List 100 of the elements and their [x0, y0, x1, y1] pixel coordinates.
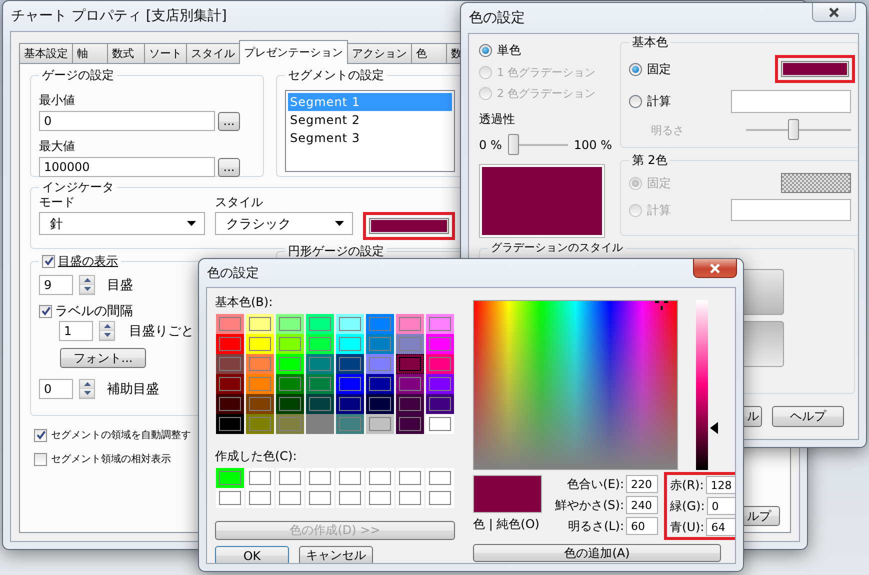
color-swatch[interactable] [366, 414, 394, 434]
style-dropdown[interactable]: クラシック [215, 212, 353, 235]
color-swatch[interactable] [366, 334, 394, 354]
cancel-button[interactable]: キャンセル [299, 546, 373, 563]
mode-dropdown[interactable]: 針 [39, 212, 205, 235]
tab[interactable]: ソート [144, 43, 187, 63]
close-button[interactable] [693, 259, 737, 278]
color-swatch[interactable] [336, 468, 364, 488]
number-field[interactable]: 9 [39, 275, 73, 295]
color-swatch[interactable] [369, 218, 449, 234]
checkered-swatch[interactable] [780, 173, 851, 193]
list-item[interactable]: Segment 2 [288, 111, 452, 129]
color-swatch[interactable] [366, 314, 394, 334]
color-swatch[interactable] [336, 314, 364, 334]
color-swatch[interactable] [336, 354, 364, 374]
color-swatch[interactable] [396, 394, 424, 414]
ok-button[interactable]: OK [215, 546, 289, 563]
color-swatch[interactable] [306, 488, 334, 508]
color-swatch[interactable] [306, 314, 334, 334]
browse-button[interactable]: ... [218, 112, 240, 130]
color-swatch[interactable] [426, 354, 454, 374]
close-button[interactable] [812, 3, 856, 22]
luminance-slider[interactable] [696, 300, 720, 470]
color-swatch[interactable] [366, 468, 394, 488]
font-button[interactable]: フォント... [60, 348, 146, 368]
color-swatch[interactable] [216, 334, 244, 354]
color-swatch[interactable] [780, 61, 849, 77]
color-swatch[interactable] [366, 354, 394, 374]
color-swatch[interactable] [396, 468, 424, 488]
color-swatch[interactable] [336, 334, 364, 354]
radio-button[interactable] [479, 44, 492, 57]
spin-up-button[interactable] [100, 322, 114, 331]
radio-button[interactable] [628, 62, 642, 76]
color-swatch[interactable] [276, 374, 304, 394]
list-item[interactable]: Segment 3 [288, 129, 452, 147]
color-swatch[interactable] [426, 374, 454, 394]
color-swatch[interactable] [306, 394, 334, 414]
spin-up-button[interactable] [80, 380, 94, 389]
tab[interactable]: 基本設定 [19, 43, 73, 63]
color-swatch[interactable] [336, 488, 364, 508]
color-spectrum[interactable] [473, 300, 678, 470]
input-field[interactable]: 220 [626, 475, 658, 493]
color-swatch[interactable] [396, 374, 424, 394]
input-field[interactable]: 128 [706, 476, 735, 494]
tab[interactable]: スタイル [186, 43, 240, 63]
color-swatch[interactable] [246, 314, 274, 334]
add-color-button[interactable]: 色の追加(A) [473, 544, 721, 562]
color-swatch[interactable] [306, 334, 334, 354]
color-swatch[interactable] [216, 394, 244, 414]
color-swatch[interactable] [306, 374, 334, 394]
color-swatch[interactable] [396, 314, 424, 334]
color-swatch[interactable] [306, 468, 334, 488]
color-swatch[interactable] [216, 354, 244, 374]
color-swatch[interactable] [336, 374, 364, 394]
color-swatch[interactable] [426, 468, 454, 488]
spin-up-button[interactable] [80, 276, 94, 285]
input-field[interactable]: 60 [626, 517, 658, 535]
color-swatch[interactable] [366, 488, 394, 508]
color-swatch[interactable] [276, 394, 304, 414]
color-swatch[interactable] [366, 374, 394, 394]
color-swatch[interactable] [396, 414, 424, 434]
input-field[interactable]: 64 [706, 518, 735, 536]
color-swatch[interactable] [426, 314, 454, 334]
browse-button[interactable]: ... [218, 158, 240, 176]
color-swatch[interactable] [246, 394, 274, 414]
color-swatch[interactable] [276, 468, 304, 488]
number-field[interactable]: 0 [39, 379, 73, 399]
color-swatch[interactable] [216, 314, 244, 334]
color-swatch[interactable] [306, 414, 334, 434]
color-swatch[interactable] [246, 334, 274, 354]
color-swatch[interactable] [426, 394, 454, 414]
color-swatch[interactable] [276, 414, 304, 434]
tab[interactable]: 軸 [72, 43, 108, 63]
color-swatch[interactable] [216, 374, 244, 394]
color-swatch[interactable] [426, 414, 454, 434]
color-swatch[interactable] [216, 414, 244, 434]
color-swatch[interactable] [246, 374, 274, 394]
number-field[interactable]: 1 [59, 321, 93, 341]
input-field[interactable] [730, 199, 851, 221]
color-swatch[interactable] [306, 354, 334, 374]
checkbox[interactable] [34, 428, 47, 442]
input-field[interactable] [730, 90, 851, 112]
checkbox[interactable] [34, 452, 47, 466]
tab[interactable]: 色 [411, 43, 447, 63]
checkbox[interactable] [42, 254, 55, 268]
color-swatch[interactable] [336, 394, 364, 414]
color-swatch[interactable] [366, 394, 394, 414]
color-swatch[interactable] [276, 488, 304, 508]
input-field[interactable]: 0 [706, 497, 735, 515]
color-swatch[interactable] [246, 414, 274, 434]
spin-down-button[interactable] [80, 389, 94, 398]
color-swatch[interactable] [426, 488, 454, 508]
radio-button[interactable] [628, 94, 642, 108]
color-swatch[interactable] [246, 468, 274, 488]
color-swatch[interactable] [246, 354, 274, 374]
color-swatch[interactable] [336, 414, 364, 434]
color-swatch[interactable] [276, 334, 304, 354]
tab[interactable]: プレゼンテーション [239, 40, 348, 64]
spin-down-button[interactable] [100, 331, 114, 340]
input-field[interactable]: 0 [39, 111, 215, 131]
